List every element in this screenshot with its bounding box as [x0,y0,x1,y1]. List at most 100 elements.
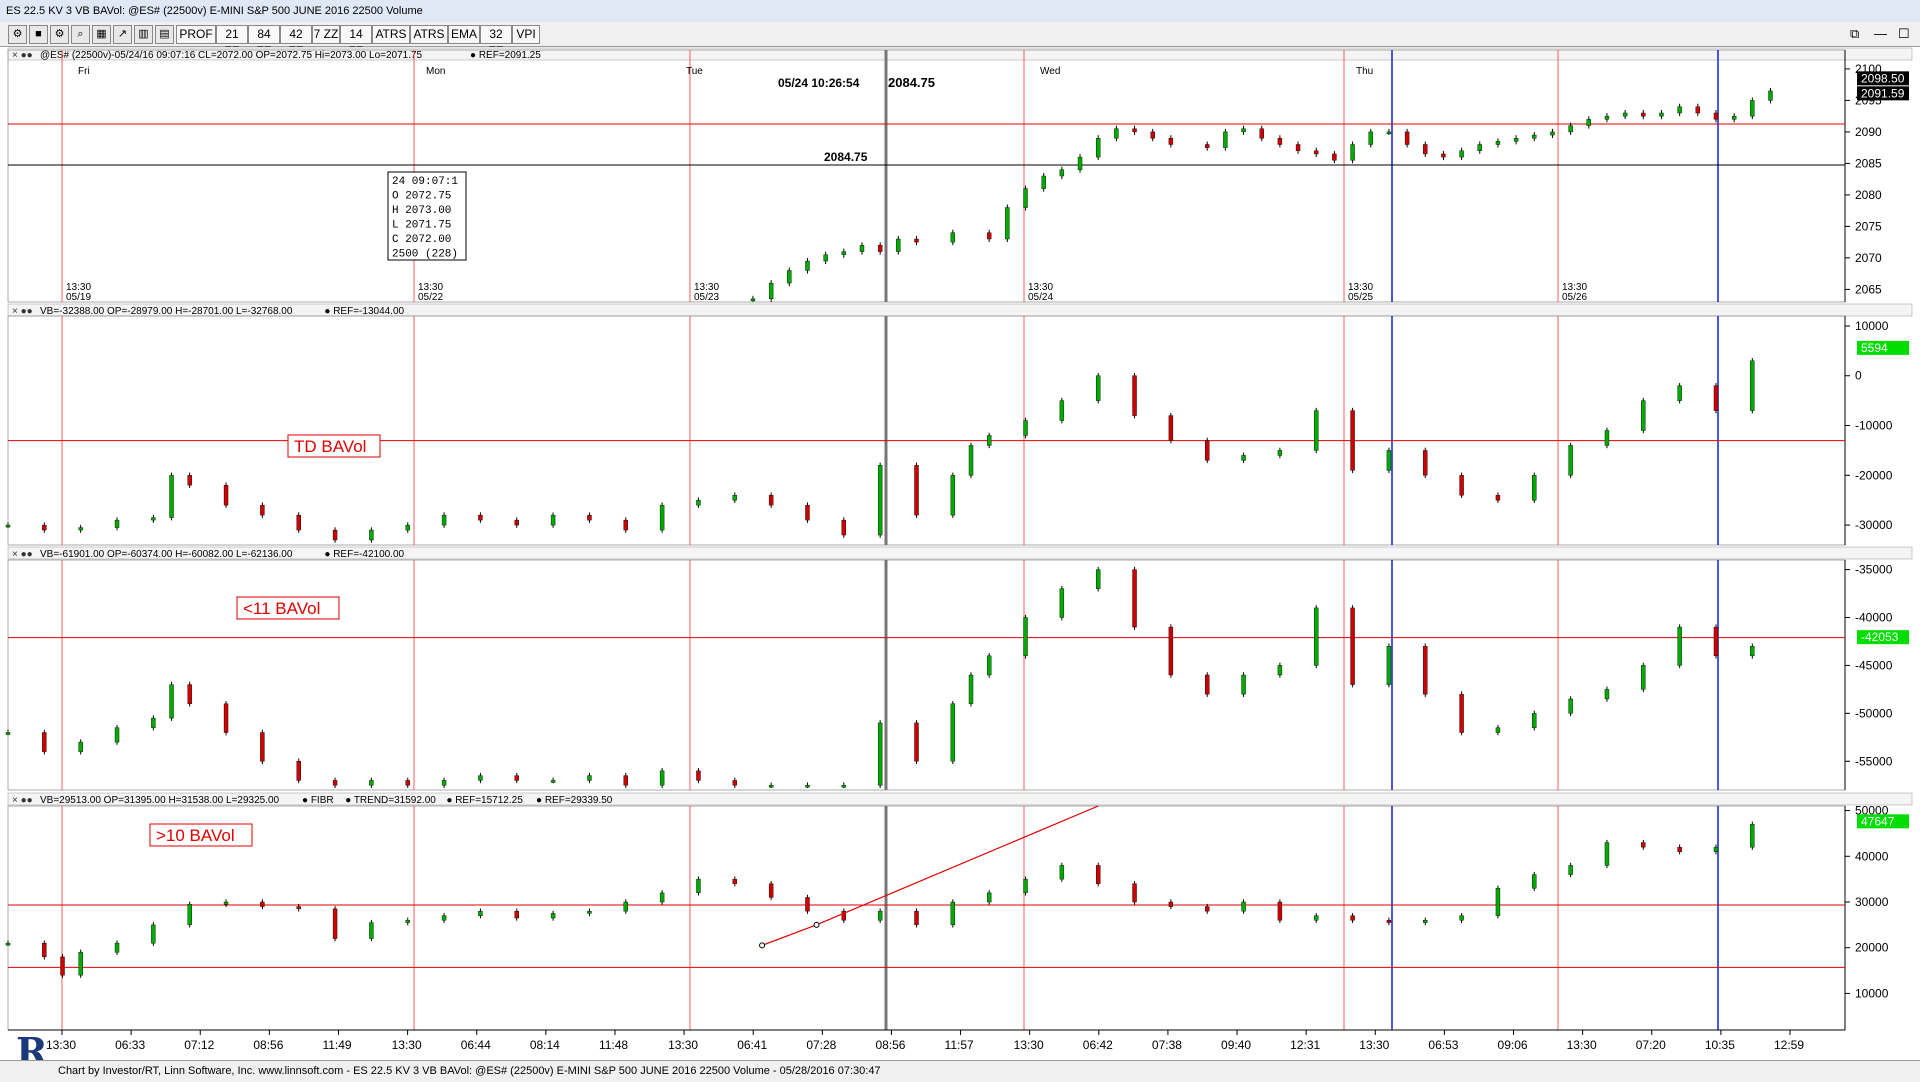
xtick-label-4: 11:49 [322,1038,351,1052]
status-bar: Chart by Investor/RT, Linn Software, Inc… [0,1060,1920,1082]
candle-2-3 [114,727,120,743]
candle-1-32 [1095,375,1101,401]
candle-2-26 [914,722,919,762]
candle-2-12 [405,780,410,786]
candle-0-36 [1459,150,1464,158]
candle-3-37 [1314,915,1319,921]
candle-3-36 [1277,901,1283,921]
candle-3-29 [1023,878,1028,894]
candle-0-27 [1295,144,1301,152]
xtick-label-11: 07:28 [806,1038,836,1052]
candle-0-51 [1731,115,1737,120]
candle-3-8 [260,901,265,907]
ytick-label-2-3: -50000 [1855,706,1893,720]
candle-0-4 [823,254,828,262]
candle-1-6 [187,475,192,486]
candle-0-11 [986,232,992,240]
candle-0-17 [1095,137,1101,158]
candle-0-45 [1622,112,1628,117]
candle-3-17 [587,910,592,914]
candle-0-32 [1386,131,1392,135]
candle-1-25 [877,465,883,536]
pane-ref-label-0: ● REF=2091.25 [470,50,541,61]
xtick-label-25: 12:59 [1774,1038,1804,1052]
candle-1-22 [768,495,774,506]
candle-3-48 [1713,846,1719,852]
session-date-0: 05/19 [66,292,91,303]
candle-0-24 [1241,128,1246,133]
candle-2-16 [550,780,556,783]
candle-0-25 [1259,128,1264,139]
last-tag-label-2: -42053 [1861,630,1899,644]
candle-2-10 [332,780,338,786]
candle-1-33 [1132,375,1137,416]
pane-ref-label-2: ● REF=-42100.00 [324,549,404,560]
candle-3-22 [768,883,774,898]
pane-header-text-0: @ES# (22500v)-05/24/16 09:07:16 CL=2072.… [40,50,423,61]
pane-header-3 [7,792,1913,806]
candle-1-45 [1568,445,1573,476]
ytick-label-2-1: -40000 [1855,611,1893,625]
ytick-label-3-3: 20000 [1855,941,1889,955]
tag2-label-0: 2091.59 [1861,86,1905,100]
candle-1-46 [1604,430,1610,446]
candle-0-47 [1659,112,1664,117]
candle-0-30 [1350,144,1355,161]
ytick-label-0-6: 2070 [1855,251,1882,265]
pane-header-icons-1: × ●● [12,306,33,317]
candle-1-35 [1205,440,1210,461]
candle-0-6 [859,245,865,252]
candle-0-22 [1205,144,1210,148]
candle-2-45 [1568,698,1573,714]
candle-2-1 [42,732,47,752]
candle-1-41 [1423,450,1428,476]
candle-2-2 [78,741,83,752]
candle-0-39 [1513,137,1519,142]
candle-2-36 [1241,674,1246,695]
candle-0-44 [1604,115,1610,120]
candle-1-2 [78,527,83,531]
candle-3-6 [187,904,192,926]
chart-area[interactable]: × ●● @ES# (22500v)-05/24/16 09:07:16 CL=2… [0,0,1920,1081]
candle-1-11 [369,529,374,541]
candle-1-9 [296,514,301,531]
candle-3-13 [441,915,447,921]
candle-2-37 [1277,665,1283,676]
candle-3-0 [5,942,11,946]
trend-anchor-0 [759,942,766,949]
ohlc-line-4: C 2072.00 [392,234,451,246]
candle-1-36 [1241,455,1246,461]
xtick-label-1: 06:33 [115,1038,145,1052]
ohlc-line-2: H 2073.00 [392,205,451,217]
pane-header-text-1: VB=-32388.00 OP=-28979.00 H=-28701.00 L=… [40,306,293,317]
footer-text: Chart by Investor/RT, Linn Software, Inc… [58,1065,881,1077]
candle-3-35 [1241,901,1246,912]
candle-0-13 [1023,188,1028,208]
candle-3-30 [1059,865,1065,880]
candle-2-48 [1677,626,1682,666]
session-date-3: 05/24 [1028,292,1053,303]
candle-0-20 [1150,131,1155,139]
candle-2-46 [1604,689,1610,700]
xtick-label-9: 13:30 [668,1038,698,1052]
candle-2-25 [877,722,883,786]
candle-3-14 [478,910,483,916]
candle-2-13 [441,780,447,786]
candle-1-48 [1677,385,1682,401]
candle-3-4 [114,942,120,953]
candle-1-42 [1459,475,1464,496]
candle-0-3 [805,260,810,271]
candle-1-34 [1168,415,1174,441]
candle-3-31 [1095,865,1101,884]
pane-header-icons-0: × ●● [12,50,33,61]
ytick-label-2-4: -55000 [1855,754,1893,768]
candle-2-34 [1168,626,1174,676]
candle-0-7 [877,245,883,252]
candle-3-12 [405,920,410,923]
candle-2-40 [1386,646,1392,685]
candle-1-16 [550,514,556,526]
candle-3-3 [78,952,83,976]
candle-2-0 [5,732,11,735]
candle-2-32 [1095,569,1101,589]
candle-1-13 [441,514,447,526]
